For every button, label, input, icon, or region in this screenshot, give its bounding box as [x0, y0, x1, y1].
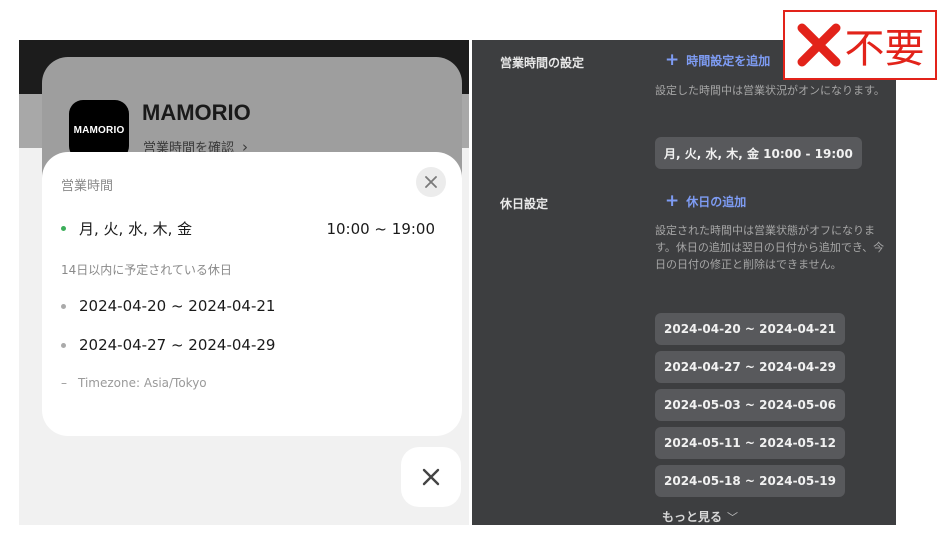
close-button[interactable]	[401, 447, 461, 507]
business-days: 月, 火, 水, 木, 金	[79, 220, 193, 238]
plus-icon: +	[665, 50, 680, 70]
show-more-button[interactable]: もっと見る ﹀	[662, 508, 738, 525]
holiday-chip[interactable]: 2024-04-20 ~ 2024-04-21	[655, 313, 845, 345]
holiday-chip[interactable]: 2024-04-27 ~ 2024-04-29	[655, 351, 845, 383]
add-time-setting-button[interactable]: + 時間設定を追加	[665, 52, 770, 69]
hours-card-title: 営業時間	[61, 179, 114, 194]
settings-panel: 営業時間の設定 + 時間設定を追加 設定した時間中は営業状況がオンになります。 …	[472, 40, 896, 525]
holiday-list-item: 2024-04-27 ~ 2024-04-29	[61, 336, 275, 354]
holiday-range: 2024-04-27 ~ 2024-04-29	[79, 336, 276, 354]
holiday-chip[interactable]: 2024-05-03 ~ 2024-05-06	[655, 389, 845, 421]
business-hours-card: 営業時間 月, 火, 水, 木, 金 10:00 ~ 19:00 14日以内に予…	[42, 152, 462, 436]
holiday-list-item: 2024-04-20 ~ 2024-04-21	[61, 297, 275, 315]
bullet-dot-icon	[61, 303, 66, 309]
stamp-text: 不要	[844, 26, 925, 72]
status-dot-icon	[61, 226, 66, 231]
business-hours-chip[interactable]: 月, 火, 水, 木, 金 10:00 - 19:00	[655, 137, 862, 169]
holiday-description: 設定された時間中は営業状態がオフになります。休日の追加は翌日の日付から追加でき、…	[655, 224, 885, 271]
business-hours-description: 設定した時間中は営業状況がオンになります。	[655, 84, 885, 97]
dash-bullet-icon: –	[61, 376, 67, 390]
app-name: MAMORIO	[142, 100, 251, 125]
add-holiday-label: 休日の追加	[686, 195, 747, 209]
bullet-dot-icon	[61, 342, 66, 348]
show-more-label: もっと見る	[662, 510, 723, 524]
close-icon	[425, 176, 437, 188]
cross-mark-icon	[797, 23, 840, 67]
holiday-settings-label: 休日設定	[500, 197, 549, 211]
chevron-down-icon: ﹀	[727, 510, 739, 524]
close-icon	[422, 468, 440, 486]
upcoming-holidays-heading: 14日以内に予定されている休日	[61, 263, 232, 277]
weekly-hours-row: 月, 火, 水, 木, 金 10:00 ~ 19:00	[61, 218, 435, 239]
holiday-range: 2024-04-20 ~ 2024-04-21	[79, 297, 276, 315]
holiday-chip[interactable]: 2024-05-18 ~ 2024-05-19	[655, 465, 845, 497]
business-time: 10:00 ~ 19:00	[326, 219, 435, 238]
add-holiday-button[interactable]: + 休日の追加	[665, 193, 746, 210]
plus-icon: +	[665, 191, 680, 211]
mamorio-logo: MAMORIO	[69, 100, 129, 160]
unnecessary-stamp: 不要	[783, 10, 937, 80]
timezone-row: – Timezone: Asia/Tokyo	[61, 376, 207, 390]
add-time-setting-label: 時間設定を追加	[686, 54, 771, 68]
holiday-chip[interactable]: 2024-05-11 ~ 2024-05-12	[655, 427, 845, 459]
app-preview-panel: MAMORIO MAMORIO 営業時間を確認 › 営業時間 月, 火, 水, …	[19, 40, 469, 525]
hours-card-close-button[interactable]	[416, 167, 446, 197]
business-hours-label: 営業時間の設定	[500, 56, 585, 70]
timezone-label: Timezone: Asia/Tokyo	[78, 376, 207, 390]
